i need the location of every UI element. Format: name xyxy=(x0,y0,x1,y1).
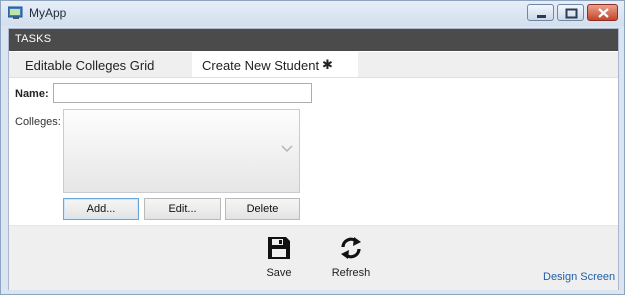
window-title: MyApp xyxy=(29,6,67,20)
maximize-icon xyxy=(565,8,578,19)
tab-editable-colleges-grid[interactable]: Editable Colleges Grid xyxy=(9,52,189,77)
chevron-down-icon[interactable] xyxy=(281,145,293,153)
tasks-bar: TASKS xyxy=(9,29,618,51)
name-input[interactable] xyxy=(53,83,312,103)
maximize-button[interactable] xyxy=(557,4,584,21)
add-button[interactable]: Add... xyxy=(63,198,139,220)
colleges-label: Colleges: xyxy=(15,116,61,128)
tab-create-new-student[interactable]: Create New Student ✱ xyxy=(192,52,358,77)
close-icon xyxy=(598,8,609,18)
colleges-list[interactable] xyxy=(63,109,300,193)
refresh-label: Refresh xyxy=(331,267,371,279)
delete-button[interactable]: Delete xyxy=(225,198,300,220)
refresh-button[interactable]: Refresh xyxy=(321,226,381,286)
edit-button[interactable]: Edit... xyxy=(144,198,221,220)
minimize-button[interactable] xyxy=(527,4,554,21)
client-area: TASKS Editable Colleges Grid Create New … xyxy=(8,28,619,290)
close-button[interactable] xyxy=(587,4,618,21)
title-bar[interactable]: MyApp xyxy=(1,1,624,26)
name-label: Name: xyxy=(15,88,49,100)
tab-label: Create New Student xyxy=(202,58,320,73)
app-window: MyApp TASKS Editable Colleges Grid Creat… xyxy=(0,0,625,295)
tasks-label: TASKS xyxy=(15,33,52,45)
minimize-icon xyxy=(537,15,546,18)
refresh-icon xyxy=(341,237,361,259)
tab-strip: Editable Colleges Grid Create New Studen… xyxy=(9,52,618,78)
save-button[interactable]: Save xyxy=(249,226,309,286)
save-icon xyxy=(268,237,290,259)
app-icon xyxy=(8,6,23,19)
modified-indicator: ✱ xyxy=(322,57,333,72)
tab-label: Editable Colleges Grid xyxy=(25,58,155,73)
save-label: Save xyxy=(266,267,292,279)
design-screen-link[interactable]: Design Screen xyxy=(543,271,615,283)
command-bar: Save Refresh Design Screen xyxy=(9,225,618,290)
